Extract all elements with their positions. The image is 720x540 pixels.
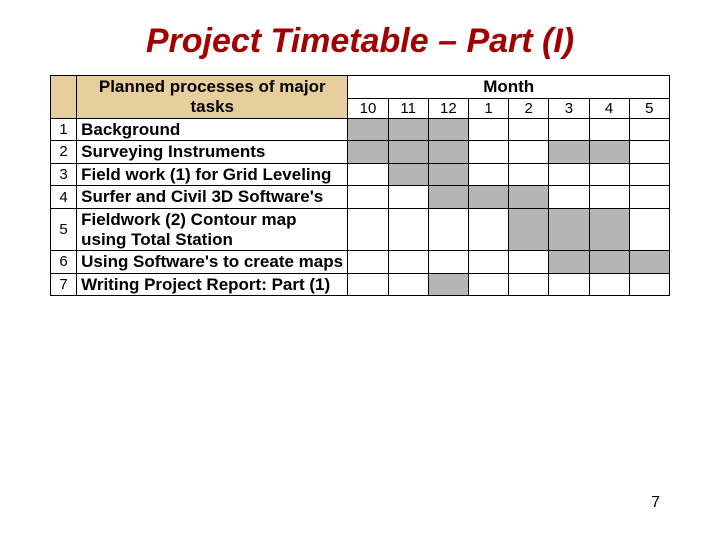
task-cell: Background [77, 118, 348, 141]
gantt-cell [428, 118, 468, 141]
gantt-cell [629, 186, 669, 209]
gantt-cell [428, 163, 468, 186]
month-label: 12 [428, 98, 468, 118]
gantt-cell [468, 141, 508, 164]
gantt-cell [509, 208, 549, 250]
task-cell: Writing Project Report: Part (1) [77, 273, 348, 296]
table-row: 6Using Software's to create maps [51, 251, 670, 274]
gantt-cell [428, 141, 468, 164]
row-index: 2 [51, 141, 77, 164]
month-label: 1 [468, 98, 508, 118]
gantt-cell [509, 141, 549, 164]
gantt-cell [589, 163, 629, 186]
gantt-cell [509, 118, 549, 141]
gantt-cell [549, 141, 589, 164]
gantt-cell [509, 273, 549, 296]
gantt-cell [348, 141, 388, 164]
gantt-cell [348, 273, 388, 296]
gantt-cell [629, 273, 669, 296]
slide: Project Timetable – Part (I) Planned pro… [0, 0, 720, 540]
gantt-cell [509, 186, 549, 209]
table-row: 5Fieldwork (2) Contour map using Total S… [51, 208, 670, 250]
gantt-cell [589, 251, 629, 274]
gantt-cell [509, 163, 549, 186]
row-index: 5 [51, 208, 77, 250]
timetable: Planned processes of major tasks Month 1… [50, 75, 670, 296]
gantt-cell [388, 186, 428, 209]
row-index: 3 [51, 163, 77, 186]
gantt-cell [589, 273, 629, 296]
gantt-cell [549, 163, 589, 186]
table-row: 1Background [51, 118, 670, 141]
gantt-cell [428, 208, 468, 250]
gantt-cell [549, 208, 589, 250]
gantt-cell [589, 208, 629, 250]
table-row: 3Field work (1) for Grid Leveling [51, 163, 670, 186]
row-index: 1 [51, 118, 77, 141]
gantt-cell [348, 163, 388, 186]
page-number: 7 [651, 494, 660, 512]
month-label: 3 [549, 98, 589, 118]
gantt-cell [468, 251, 508, 274]
gantt-cell [549, 186, 589, 209]
gantt-cell [629, 163, 669, 186]
task-cell: Surveying Instruments [77, 141, 348, 164]
gantt-cell [468, 163, 508, 186]
task-cell: Using Software's to create maps [77, 251, 348, 274]
gantt-cell [468, 118, 508, 141]
month-label: 4 [589, 98, 629, 118]
gantt-cell [629, 141, 669, 164]
gantt-cell [388, 118, 428, 141]
month-label: 5 [629, 98, 669, 118]
gantt-cell [388, 273, 428, 296]
gantt-cell [348, 186, 388, 209]
row-index: 7 [51, 273, 77, 296]
gantt-cell [428, 251, 468, 274]
gantt-cell [629, 118, 669, 141]
gantt-cell [549, 273, 589, 296]
gantt-cell [589, 186, 629, 209]
gantt-cell [589, 118, 629, 141]
month-label: 2 [509, 98, 549, 118]
row-index: 4 [51, 186, 77, 209]
gantt-cell [388, 141, 428, 164]
task-cell: Fieldwork (2) Contour map using Total St… [77, 208, 348, 250]
tasks-header: Planned processes of major tasks [77, 76, 348, 119]
page-title: Project Timetable – Part (I) [0, 0, 720, 75]
gantt-cell [468, 273, 508, 296]
table-row: 4Surfer and Civil 3D Software's [51, 186, 670, 209]
gantt-cell [509, 251, 549, 274]
gantt-cell [348, 118, 388, 141]
gantt-cell [388, 208, 428, 250]
header-row-1: Planned processes of major tasks Month [51, 76, 670, 99]
month-header: Month [348, 76, 670, 99]
gantt-cell [468, 208, 508, 250]
gantt-cell [589, 141, 629, 164]
gantt-cell [428, 186, 468, 209]
gantt-cell [468, 186, 508, 209]
row-index: 6 [51, 251, 77, 274]
gantt-cell [348, 251, 388, 274]
corner-cell [51, 76, 77, 119]
timetable-container: Planned processes of major tasks Month 1… [0, 75, 720, 296]
gantt-cell [428, 273, 468, 296]
gantt-cell [549, 118, 589, 141]
gantt-cell [388, 163, 428, 186]
gantt-cell [629, 208, 669, 250]
gantt-cell [388, 251, 428, 274]
month-label: 11 [388, 98, 428, 118]
gantt-cell [348, 208, 388, 250]
gantt-cell [629, 251, 669, 274]
table-row: 7Writing Project Report: Part (1) [51, 273, 670, 296]
task-cell: Surfer and Civil 3D Software's [77, 186, 348, 209]
gantt-cell [549, 251, 589, 274]
month-label: 10 [348, 98, 388, 118]
task-cell: Field work (1) for Grid Leveling [77, 163, 348, 186]
table-row: 2Surveying Instruments [51, 141, 670, 164]
